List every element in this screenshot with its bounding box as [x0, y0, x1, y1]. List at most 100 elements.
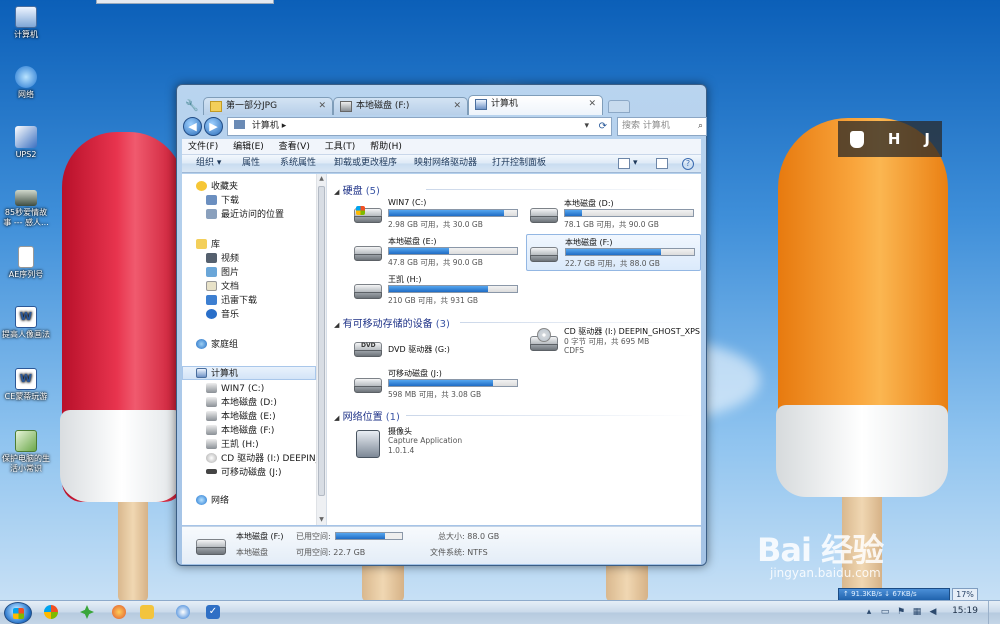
system-tray: ▴ ▭ ⚑ ▦ ◀ 15:19 — [844, 601, 1000, 624]
clover-icon[interactable] — [80, 605, 94, 619]
show-desktop-button[interactable] — [988, 601, 1000, 624]
nav-homegroup[interactable]: 家庭组 — [196, 338, 238, 352]
tab-computer[interactable]: 计算机 ✕ — [468, 95, 603, 115]
collapse-icon[interactable]: ◢ — [334, 321, 339, 329]
nav-pictures[interactable]: 图片 — [206, 266, 239, 280]
desktop-icon-ce-doc[interactable]: W CE蒙蒂玩游 — [2, 368, 50, 402]
close-tab-icon[interactable]: ✕ — [453, 98, 461, 115]
help-icon[interactable]: ? — [682, 158, 694, 170]
camera-device[interactable]: 摄像头 Capture Application 1.0.1.4 — [352, 426, 524, 466]
drive-c[interactable]: WIN7 (C:) 2.98 GB 可用，共 30.0 GB — [352, 198, 524, 232]
keyboard-icon[interactable]: ▭ — [880, 607, 890, 617]
properties-button[interactable]: 属性 — [242, 155, 260, 172]
search-box[interactable]: 搜索 计算机 ⌕ — [617, 117, 707, 136]
nav-scrollbar[interactable]: ▲ ▼ — [316, 174, 326, 525]
show-hidden-icons-icon[interactable]: ▴ — [864, 607, 874, 617]
menu-help[interactable]: 帮助(H) — [364, 139, 408, 155]
nav-drive-e[interactable]: 本地磁盘 (E:) — [206, 410, 276, 424]
shield-check-icon[interactable]: ✓ — [206, 605, 220, 619]
flag-icon[interactable]: ⚑ — [896, 607, 906, 617]
nav-drive-i[interactable]: CD 驱动器 (I:) DEEPIN_GHOST — [206, 452, 318, 466]
nav-videos[interactable]: 视频 — [206, 252, 239, 266]
volume-icon[interactable]: ◀ — [928, 607, 938, 617]
color-app-icon[interactable] — [44, 605, 58, 619]
nav-drive-c[interactable]: WIN7 (C:) — [206, 382, 264, 396]
scroll-up-icon[interactable]: ▲ — [318, 175, 325, 183]
wrench-icon[interactable]: 🔧 — [185, 99, 199, 113]
start-button[interactable] — [4, 602, 32, 624]
nav-drive-j[interactable]: 可移动磁盘 (J:) — [206, 466, 282, 480]
nav-documents[interactable]: 文档 — [206, 280, 239, 294]
refresh-icon[interactable]: ⟳ — [599, 118, 607, 135]
menu-view[interactable]: 查看(V) — [273, 139, 316, 155]
section-network-locations[interactable]: ◢ 网络位置 (1) — [334, 408, 695, 423]
folder-icon[interactable] — [140, 605, 154, 619]
desktop-icon-portrait-doc[interactable]: W 提高人像画法 — [2, 306, 50, 340]
system-properties-button[interactable]: 系统属性 — [280, 155, 316, 172]
nav-drive-f[interactable]: 本地磁盘 (F:) — [206, 424, 274, 438]
desktop-icon-ae-serial[interactable]: AE序列号 — [2, 246, 50, 280]
organize-button[interactable]: 组织 ▾ — [196, 155, 221, 172]
scroll-down-icon[interactable]: ▼ — [318, 516, 325, 524]
drive-d[interactable]: 本地磁盘 (D:) 78.1 GB 可用，共 90.0 GB — [528, 198, 700, 232]
explorer-window[interactable]: 🔧 第一部分JPG ✕ 本地磁盘 (F:) ✕ 计算机 ✕ ◀ ▶ 计算机 ▸ … — [176, 84, 707, 566]
hard-drive-icon — [340, 101, 352, 112]
chevron-down-icon[interactable]: ▾ — [633, 155, 638, 172]
nav-label: 收藏夹 — [211, 182, 239, 192]
chevron-down-icon[interactable]: ▾ — [584, 118, 589, 135]
clock[interactable]: 15:19 — [952, 606, 978, 616]
menu-file[interactable]: 文件(F) — [182, 139, 224, 155]
ie-icon[interactable] — [176, 605, 190, 619]
desktop-gadget[interactable]: H J — [838, 121, 942, 157]
open-control-panel-button[interactable]: 打开控制面板 — [492, 155, 546, 172]
uninstall-program-button[interactable]: 卸载或更改程序 — [334, 155, 397, 172]
search-input[interactable]: 搜索 计算机 — [622, 121, 670, 131]
tab-first-part-jpg[interactable]: 第一部分JPG ✕ — [203, 97, 333, 115]
nav-recent-places[interactable]: 最近访问的位置 — [206, 208, 284, 222]
address-bar[interactable]: 计算机 ▸ ▾ ⟳ — [227, 117, 612, 136]
drive-i-cd[interactable]: CD 驱动器 (I:) DEEPIN_GHOST_XPS 0 字节 可用，共 6… — [528, 326, 718, 360]
nav-music[interactable]: 音乐 — [206, 308, 239, 322]
nav-label: 家庭组 — [211, 340, 239, 350]
preview-pane-icon[interactable] — [656, 158, 668, 169]
nav-computer[interactable]: 计算机 — [182, 366, 316, 380]
nav-drive-h[interactable]: 王凯 (H:) — [206, 438, 259, 452]
desktop-icon-love-story[interactable]: 85秒爱情故事 --- 感人... — [2, 190, 50, 228]
nav-favorites[interactable]: 收藏夹 — [196, 180, 238, 194]
forward-button[interactable]: ▶ — [204, 117, 223, 136]
search-icon[interactable]: ⌕ — [698, 118, 703, 135]
network-tray-icon[interactable]: ▦ — [912, 607, 922, 617]
desktop-icon-pc-tips[interactable]: 保护电脑的生活小常识 — [2, 430, 50, 474]
tab-local-disk-f[interactable]: 本地磁盘 (F:) ✕ — [333, 97, 468, 115]
collapse-icon[interactable]: ◢ — [334, 188, 339, 196]
menu-tools[interactable]: 工具(T) — [319, 139, 362, 155]
collapse-icon[interactable]: ◢ — [334, 414, 339, 422]
drive-f-selected[interactable]: 本地磁盘 (F:) 22.7 GB 可用，共 88.0 GB — [526, 234, 701, 271]
section-hard-disks[interactable]: ◢ 硬盘 (5) — [334, 182, 695, 197]
close-tab-icon[interactable]: ✕ — [588, 96, 596, 113]
browser-icon[interactable] — [112, 605, 126, 619]
nav-libraries[interactable]: 库 — [196, 238, 220, 252]
nav-drive-d[interactable]: 本地磁盘 (D:) — [206, 396, 277, 410]
nav-thunder-downloads[interactable]: 迅雷下载 — [206, 294, 257, 308]
nav-downloads[interactable]: 下载 — [206, 194, 239, 208]
menu-edit[interactable]: 编辑(E) — [227, 139, 270, 155]
details-usage-bar — [335, 532, 403, 540]
back-button[interactable]: ◀ — [183, 117, 202, 136]
map-network-drive-button[interactable]: 映射网络驱动器 — [414, 155, 477, 172]
word-document-icon: W — [15, 368, 37, 390]
nav-network[interactable]: 网络 — [196, 494, 229, 508]
drive-h[interactable]: 王凯 (H:) 210 GB 可用，共 931 GB — [352, 274, 524, 308]
desktop-icon-ups2[interactable]: UPS2 — [2, 126, 50, 160]
desktop-icon-network[interactable]: 网络 — [2, 66, 50, 100]
scrollbar-thumb[interactable] — [318, 186, 325, 496]
drive-name: 本地磁盘 (F:) — [565, 238, 613, 247]
drive-e[interactable]: 本地磁盘 (E:) 47.8 GB 可用，共 90.0 GB — [352, 236, 524, 270]
drive-j-removable[interactable]: 可移动磁盘 (J:) 598 MB 可用，共 3.08 GB — [352, 368, 524, 402]
drive-g-dvd[interactable]: DVD DVD 驱动器 (G:) — [352, 332, 524, 366]
details-used-label: 已用空间: — [296, 532, 331, 541]
close-tab-icon[interactable]: ✕ — [318, 98, 326, 115]
desktop-icon-computer[interactable]: 计算机 — [2, 6, 50, 40]
view-options-icon[interactable] — [618, 158, 630, 169]
new-tab-button[interactable] — [608, 100, 630, 113]
